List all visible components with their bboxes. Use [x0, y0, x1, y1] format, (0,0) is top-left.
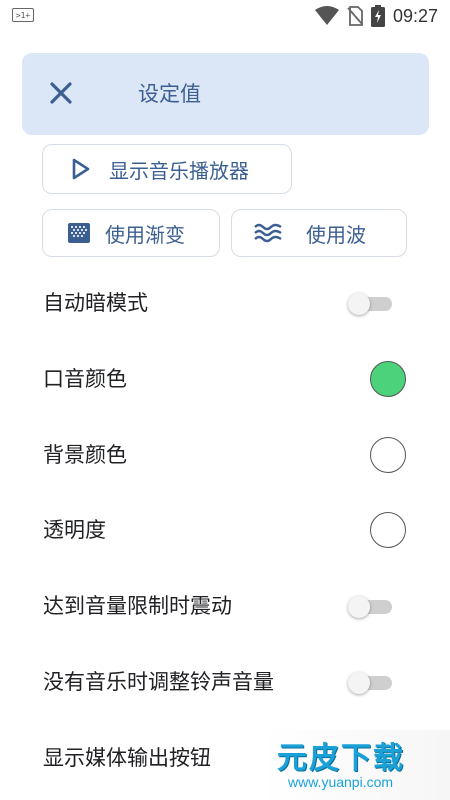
wave-icon — [254, 223, 282, 243]
vibrate-at-volume-limit-toggle[interactable] — [348, 596, 394, 618]
no-sim-icon — [347, 6, 363, 26]
settings-header: 设定值 — [22, 53, 429, 135]
setting-adjust-ringtone-volume[interactable]: 没有音乐时调整铃声音量 — [0, 652, 450, 712]
show-music-player-label: 显示音乐播放器 — [109, 158, 249, 183]
use-wave-button[interactable]: 使用波 — [231, 209, 407, 257]
setting-transparency[interactable]: 透明度 — [0, 500, 450, 560]
toggle-thumb — [348, 672, 370, 694]
use-wave-label: 使用波 — [306, 222, 366, 247]
setting-auto-dark-mode[interactable]: 自动暗模式 — [0, 273, 450, 333]
transparency-swatch[interactable] — [370, 512, 406, 548]
accent-color-swatch[interactable] — [370, 361, 406, 397]
adjust-ringtone-volume-toggle[interactable] — [348, 672, 394, 694]
setting-vibrate-at-volume-limit[interactable]: 达到音量限制时震动 — [0, 576, 450, 636]
toggle-thumb — [348, 596, 370, 618]
setting-accent-color[interactable]: 口音颜色 — [0, 349, 450, 409]
setting-label: 显示媒体输出按钮 — [43, 746, 211, 770]
status-bar: >1+ 09:27 — [0, 0, 450, 34]
auto-dark-mode-toggle[interactable] — [348, 293, 394, 315]
setting-label: 口音颜色 — [43, 367, 127, 391]
setting-label: 透明度 — [43, 518, 106, 542]
battery-charging-icon — [370, 5, 385, 27]
setting-label: 没有音乐时调整铃声音量 — [43, 670, 274, 694]
clock: 09:27 — [392, 5, 438, 26]
use-gradient-label: 使用渐变 — [105, 222, 185, 247]
setting-label: 达到音量限制时震动 — [43, 594, 232, 618]
use-gradient-button[interactable]: 使用渐变 — [42, 209, 220, 257]
play-outline-icon — [72, 158, 90, 180]
gradient-icon — [68, 223, 90, 243]
notification-badge-icon: >1+ — [12, 8, 34, 22]
wifi-icon — [314, 6, 339, 25]
page-title: 设定值 — [138, 82, 201, 106]
setting-label: 背景颜色 — [43, 443, 127, 467]
toggle-thumb — [348, 293, 370, 315]
close-button[interactable] — [46, 78, 76, 108]
close-icon — [50, 82, 72, 104]
setting-show-media-output-button[interactable]: 显示媒体输出按钮 — [0, 728, 450, 788]
show-music-player-button[interactable]: 显示音乐播放器 — [42, 144, 292, 194]
setting-background-color[interactable]: 背景颜色 — [0, 425, 450, 485]
background-color-swatch[interactable] — [370, 437, 406, 473]
setting-label: 自动暗模式 — [43, 291, 148, 315]
status-icons: 09:27 — [314, 4, 438, 28]
